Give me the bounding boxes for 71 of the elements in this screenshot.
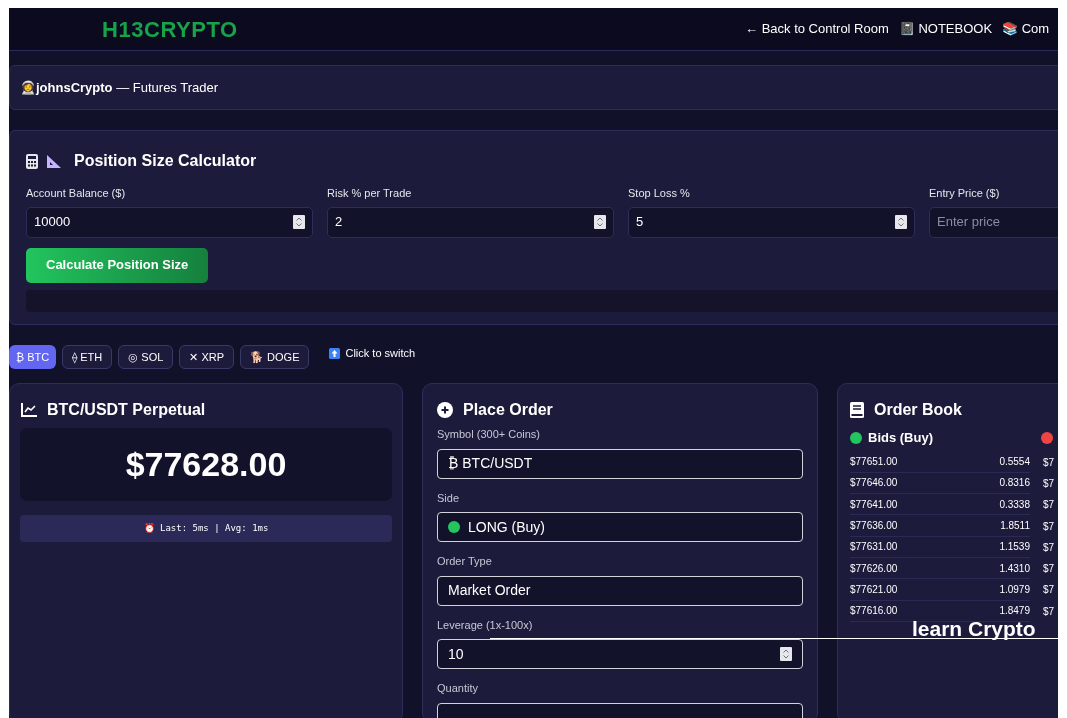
- bid-size: 0.5554: [999, 455, 1030, 470]
- ask-price: $7: [1043, 498, 1055, 513]
- ask-price: $7: [1043, 455, 1055, 470]
- switch-hint: Click to switch: [345, 345, 416, 361]
- stepper-icon[interactable]: [895, 215, 907, 229]
- ask-price: $7: [1043, 583, 1055, 598]
- price-display: $77628.00: [20, 428, 392, 501]
- ask-price: $7: [1043, 476, 1055, 491]
- stepper-icon[interactable]: [594, 215, 606, 229]
- nav-link[interactable]: 📓 NOTEBOOK: [898, 19, 993, 39]
- panel-title: BTC/USDT Perpetual: [47, 400, 206, 420]
- field-label: Leverage (1x-100x): [437, 617, 534, 633]
- field-label: Order Type: [437, 554, 493, 569]
- ask-price: $7: [1043, 604, 1055, 619]
- bid-price: $77616.00: [850, 604, 898, 619]
- calculate-button[interactable]: Calculate Position Size: [26, 247, 209, 283]
- bid-price: $77651.00: [850, 455, 898, 470]
- card-title: Position Size Calculator: [74, 151, 257, 171]
- number-field[interactable]: 10: [437, 639, 803, 669]
- number-field[interactable]: Enter price: [929, 206, 1058, 238]
- up-arrow-icon: [329, 347, 341, 359]
- panel-title: Order Book: [874, 400, 962, 420]
- triangle-ruler-icon: [46, 153, 62, 169]
- coin-tab[interactable]: ₿ BTC: [9, 345, 57, 369]
- bid-size: 1.1539: [999, 540, 1030, 555]
- logo[interactable]: H13CRYPTO: [102, 12, 238, 46]
- annotation-label: learn Crypto: [912, 616, 1036, 642]
- input-field[interactable]: ₿ BTC/USDT: [437, 448, 803, 479]
- user-label: 👩‍🚀johnsCrypto — Futures Trader: [20, 78, 219, 97]
- chart-icon: [21, 403, 37, 417]
- field-label: Entry Price ($): [929, 186, 1001, 201]
- ask-price: $7: [1043, 540, 1055, 555]
- bid-size: 1.0979: [999, 582, 1030, 597]
- number-field[interactable]: 10000: [26, 206, 313, 238]
- book-icon: [850, 402, 864, 418]
- stepper-icon[interactable]: [780, 647, 792, 661]
- bid-size: 1.8511: [1000, 519, 1030, 534]
- nav-link[interactable]: ← Back to Control Room: [745, 19, 889, 39]
- panel-title: Place Order: [463, 400, 553, 420]
- number-field[interactable]: 2: [327, 206, 614, 238]
- bid-size: 0.8316: [999, 476, 1030, 491]
- nav-link[interactable]: 📚 Com: [1002, 19, 1050, 39]
- field-label: Side: [437, 490, 461, 506]
- calculator-icon: [26, 153, 38, 169]
- field-label: Stop Loss %: [628, 186, 691, 201]
- number-field[interactable]: 5: [628, 206, 915, 238]
- column-title: Bids (Buy): [868, 429, 933, 447]
- bid-price: $77641.00: [850, 497, 898, 512]
- bid-size: 0.3338: [999, 497, 1030, 512]
- plus-circle-icon: [437, 402, 453, 418]
- bid-size: 1.8479: [999, 604, 1030, 619]
- ask-price: $7: [1043, 562, 1055, 577]
- field-label: Risk % per Trade: [327, 186, 413, 201]
- field-label: Symbol (300+ Coins): [437, 427, 542, 442]
- select-field[interactable]: LONG (Buy): [437, 512, 803, 542]
- bid-price: $77646.00: [850, 476, 898, 491]
- stepper-icon[interactable]: [293, 215, 305, 229]
- select-field[interactable]: Market Order: [437, 575, 803, 606]
- field-label: Account Balance ($): [26, 186, 127, 201]
- bid-size: 1.4310: [999, 561, 1030, 576]
- bid-price: $77631.00: [850, 540, 898, 555]
- field-label: Quantity: [437, 681, 479, 696]
- coin-tab[interactable]: ◎ SOL: [118, 345, 174, 369]
- coin-tab[interactable]: ⟠ ETH: [62, 345, 113, 369]
- coin-tab[interactable]: ✕ XRP: [179, 345, 235, 369]
- coin-tab[interactable]: 🐕 DOGE: [240, 345, 310, 369]
- bid-price: $77621.00: [850, 582, 898, 597]
- latency-bar: ⏰ Last: 5ms | Avg: 1ms: [20, 515, 392, 542]
- ask-price: $7: [1043, 519, 1055, 534]
- bid-price: $77636.00: [850, 519, 898, 534]
- bid-price: $77626.00: [850, 561, 898, 576]
